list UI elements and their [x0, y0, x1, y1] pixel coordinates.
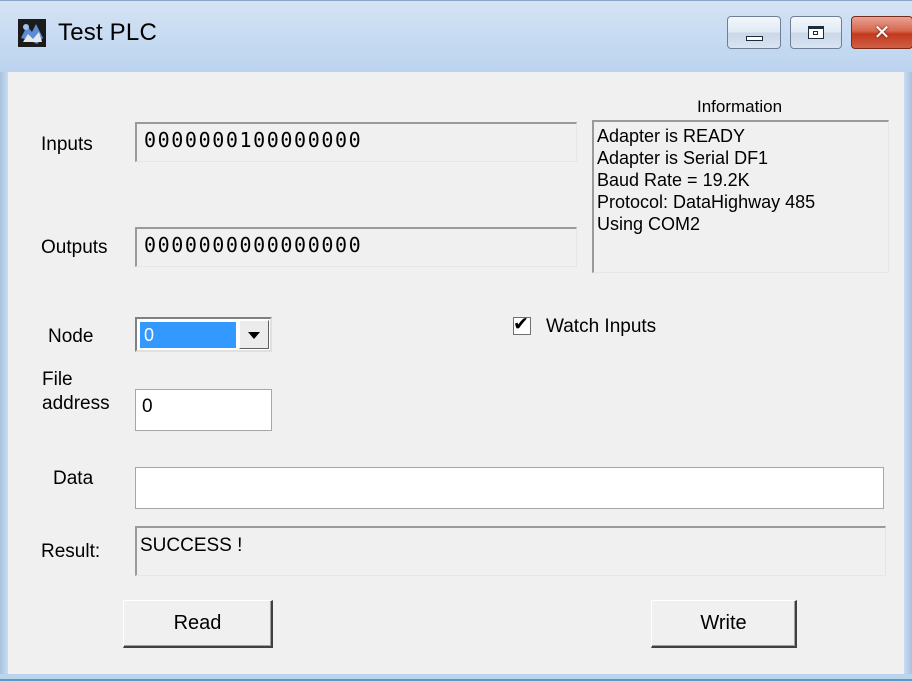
information-line: Adapter is READY	[597, 126, 746, 146]
information-title: Information	[697, 97, 783, 116]
write-button[interactable]: Write	[651, 600, 797, 648]
window-title: Test PLC	[58, 19, 157, 46]
window-frame-left	[0, 72, 8, 681]
checkmark-icon: ✔	[513, 313, 529, 335]
close-button[interactable]: ✕	[851, 16, 912, 49]
app-icon	[18, 19, 46, 47]
outputs-label: Outputs	[41, 237, 108, 258]
node-dropdown-button[interactable]	[239, 320, 269, 349]
inputs-display: 0000000100000000	[135, 122, 577, 162]
chevron-down-icon	[248, 332, 260, 339]
inputs-label: Inputs	[41, 134, 93, 155]
information-line: Using COM2	[597, 214, 701, 234]
node-select[interactable]: 0	[135, 317, 272, 352]
information-text: Adapter is READY Adapter is Serial DF1 B…	[594, 122, 888, 235]
node-label: Node	[48, 326, 94, 347]
close-icon: ✕	[873, 20, 891, 44]
window-frame-bottom	[0, 674, 912, 681]
file-address-label-line2: address	[42, 393, 110, 414]
result-display: SUCCESS !	[135, 526, 886, 576]
title-bar[interactable]: Test PLC ✕	[0, 0, 912, 72]
watch-inputs-checkbox[interactable]: ✔	[513, 313, 531, 335]
node-selected-value: 0	[140, 322, 236, 348]
minimize-icon	[746, 36, 763, 41]
result-label: Result:	[41, 541, 101, 562]
maximize-icon	[808, 26, 824, 39]
information-box: Adapter is READY Adapter is Serial DF1 B…	[592, 120, 889, 273]
app-window: Test PLC ✕ Inputs 0000000100000000 Outpu…	[0, 0, 912, 681]
data-input[interactable]	[135, 467, 884, 509]
outputs-display: 0000000000000000	[135, 227, 577, 267]
file-address-label-line1: File	[42, 369, 73, 390]
window-frame-right	[904, 72, 912, 681]
file-address-input[interactable]: 0	[135, 389, 272, 431]
information-line: Adapter is Serial DF1	[597, 148, 769, 168]
information-line: Baud Rate = 19.2K	[597, 170, 750, 190]
maximize-button[interactable]	[790, 16, 842, 49]
watch-inputs-label[interactable]: Watch Inputs	[546, 316, 656, 338]
information-line: Protocol: DataHighway 485	[597, 192, 816, 212]
minimize-button[interactable]	[727, 16, 781, 49]
data-label: Data	[53, 468, 94, 489]
read-button[interactable]: Read	[123, 600, 273, 648]
